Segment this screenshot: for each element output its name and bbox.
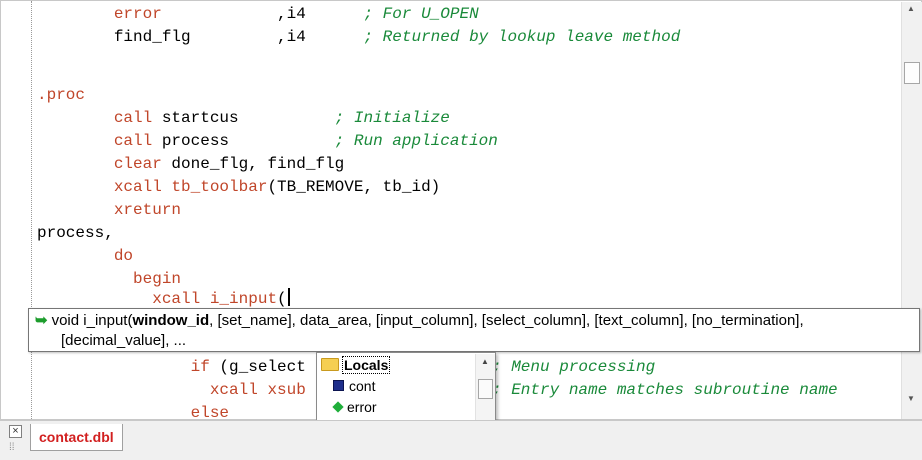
code-text: ( xyxy=(277,290,287,308)
scroll-up-icon[interactable]: ▲ xyxy=(481,357,489,366)
code-keyword: xcall xsub xyxy=(209,381,306,399)
text-caret xyxy=(287,288,290,306)
code-keyword: if xyxy=(190,358,210,376)
code-keyword: .proc xyxy=(37,86,86,104)
signature-params-continued: [decimal_value], ... xyxy=(61,332,187,349)
code-line[interactable]: .proc xyxy=(37,84,85,107)
close-icon[interactable]: × xyxy=(9,425,22,438)
scroll-up-icon[interactable]: ▲ xyxy=(907,4,915,13)
signature-params: , [set_name], data_area, [input_column],… xyxy=(209,312,804,329)
completion-group-locals[interactable]: Locals xyxy=(321,355,391,376)
code-comment: ; Initialize xyxy=(334,109,450,127)
scroll-down-icon[interactable]: ▼ xyxy=(907,394,915,403)
code-line[interactable]: call startcus ; Initialize xyxy=(37,107,450,130)
code-keyword: begin xyxy=(133,270,182,288)
code-keyword: xcall i_input xyxy=(152,290,278,308)
folder-icon xyxy=(321,358,339,371)
code-keyword: error xyxy=(113,5,162,23)
signature-current-param: window_id xyxy=(132,312,210,329)
scrollbar-thumb[interactable] xyxy=(904,62,920,84)
code-line[interactable]: xcall tb_toolbar(TB_REMOVE, tb_id) xyxy=(37,176,440,199)
code-keyword: xcall tb_toolbar xyxy=(113,178,268,196)
scrollbar-thumb[interactable] xyxy=(478,379,493,399)
code-comment: ; Run application xyxy=(334,132,498,150)
code-line[interactable]: xreturn xyxy=(37,199,181,222)
code-text: ,i4 xyxy=(161,5,364,23)
code-comment: ; Returned by lookup leave method xyxy=(363,28,681,46)
grip-icon[interactable]: ⁞⁞ xyxy=(9,442,15,453)
code-comment: ; Menu processing xyxy=(492,358,656,376)
code-line[interactable]: if (g_select xyxy=(37,356,306,379)
code-text: (g_select xyxy=(209,358,306,376)
code-line[interactable]: xcall xsub xyxy=(37,379,306,402)
code-text: process xyxy=(152,132,335,150)
code-comment: ; For U_OPEN xyxy=(363,5,479,23)
code-keyword: clear xyxy=(113,155,162,173)
code-line[interactable]: do xyxy=(37,245,133,268)
code-line[interactable]: call process ; Run application xyxy=(37,130,498,153)
code-line[interactable]: find_flg ,i4 ; Returned by lookup leave … xyxy=(37,26,681,49)
code-keyword: else xyxy=(190,404,230,420)
code-keyword: call xyxy=(113,132,153,150)
code-line[interactable]: else xyxy=(37,402,229,420)
method-icon: ➥ xyxy=(35,312,48,329)
completion-item[interactable]: cont xyxy=(321,376,375,397)
code-keyword: do xyxy=(113,247,134,265)
code-keyword: xreturn xyxy=(113,201,182,219)
code-text: (TB_REMOVE, tb_id) xyxy=(267,178,441,196)
completion-item[interactable]: error xyxy=(321,397,377,418)
field-diamond-icon xyxy=(332,401,344,413)
code-text: startcus xyxy=(152,109,335,127)
code-line[interactable]: process, xyxy=(37,222,114,245)
tab-contact-dbl[interactable]: contact.dbl xyxy=(30,424,123,451)
editor-vertical-scrollbar[interactable]: ▲ ▼ xyxy=(901,2,922,419)
code-line[interactable]: clear done_flg, find_flg xyxy=(37,153,344,176)
code-text: find_flg ,i4 xyxy=(113,28,364,46)
signature-help-tooltip: ➥ void i_input(window_id, [set_name], dat… xyxy=(28,308,920,352)
code-line[interactable]: error ,i4 ; For U_OPEN xyxy=(37,3,479,26)
code-text: done_flg, find_flg xyxy=(161,155,345,173)
code-comment: ; Entry name matches subroutine name xyxy=(492,381,838,399)
editor-gutter-guide xyxy=(31,1,32,421)
variable-square-icon xyxy=(333,380,344,391)
signature-prefix: void i_input( xyxy=(51,312,133,329)
code-text: process, xyxy=(37,224,114,242)
code-keyword: call xyxy=(113,109,153,127)
document-tab-bar: × ⁞⁞ contact.dbl xyxy=(0,420,922,460)
